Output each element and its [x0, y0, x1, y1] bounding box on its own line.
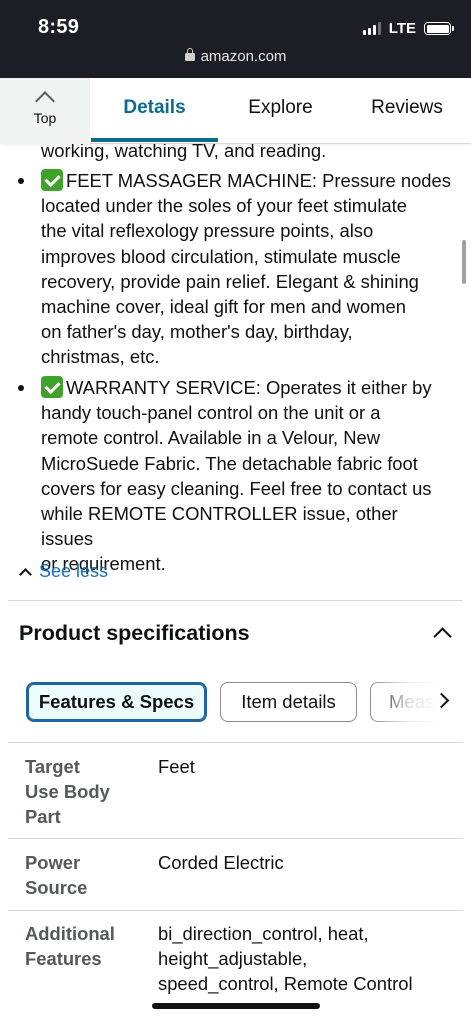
check-icon	[41, 169, 63, 191]
chevron-up-icon	[35, 91, 55, 111]
active-tab-indicator	[91, 138, 218, 142]
chip-item-details[interactable]: Item details	[220, 682, 357, 722]
bullet-line: improves blood circulation, stimulate mu…	[41, 245, 401, 267]
spec-value: Feet	[158, 756, 195, 777]
bullet-line: covers for easy cleaning. Feel free to c…	[41, 477, 432, 499]
feature-bullet: FEET MASSAGER MACHINE: Pressure nodes lo…	[18, 168, 451, 370]
battery-icon	[424, 22, 454, 35]
bullet-line: located under the soles of your feet sti…	[41, 195, 407, 217]
bullet-line: machine cover, ideal gift for men and wo…	[41, 296, 406, 318]
status-time: 8:59	[38, 16, 80, 38]
bullet-line: while REMOTE CONTROLLER issue, other iss…	[41, 503, 398, 550]
scrollbar[interactable]	[462, 240, 466, 284]
top-label: Top	[33, 110, 57, 126]
feature-bullet: WARRANTY SERVICE: Operates it either by …	[18, 375, 451, 577]
bullet-line: christmas, etc.	[41, 346, 160, 368]
section-title[interactable]: Product specifications	[19, 621, 250, 646]
table-row: Additional Features bi_direction_control…	[8, 910, 463, 1010]
url-bar[interactable]: amazon.com	[0, 48, 471, 65]
spec-value: bi_direction_control, heat, height_adjus…	[158, 923, 413, 994]
tab-details[interactable]: Details	[91, 78, 218, 144]
chip-measurements[interactable]: Measu	[370, 682, 471, 722]
divider	[8, 600, 463, 601]
network-label: LTE	[388, 20, 416, 37]
table-row: Power Source Corded Electric	[8, 838, 463, 910]
top-button[interactable]: Top	[0, 78, 90, 144]
lock-icon	[184, 48, 195, 61]
spec-table: Target Use Body Part Feet Power Source C…	[8, 742, 463, 1010]
status-icons: LTE	[362, 20, 454, 37]
url-text: amazon.com	[200, 48, 287, 65]
bullet-line: handy touch-panel control on the unit or…	[41, 402, 381, 424]
spec-key: Additional Features	[25, 923, 115, 969]
bullet-line: on father's day, mother's day, birthday,	[41, 321, 353, 343]
table-row: Target Use Body Part Feet	[8, 742, 463, 838]
section-tab-nav: Top Details Explore Reviews	[0, 78, 471, 144]
see-less-link[interactable]: See less	[18, 561, 108, 582]
signal-icon	[362, 22, 381, 35]
bullet-dot	[18, 385, 24, 391]
bullet-line: FEET MASSAGER MACHINE: Pressure nodes	[66, 170, 451, 191]
see-less-label: See less	[39, 561, 109, 581]
tab-explore[interactable]: Explore	[218, 78, 343, 144]
chevron-up-icon	[19, 567, 32, 581]
tab-reviews[interactable]: Reviews	[343, 78, 471, 144]
bullet-dot	[18, 178, 24, 184]
bullet-line: recovery, provide pain relief. Elegant &…	[41, 270, 419, 292]
bullet-line: WARRANTY SERVICE: Operates it either by	[66, 377, 432, 398]
bullet-line: the vital reflexology pressure points, a…	[41, 220, 374, 242]
chip-features-specs[interactable]: Features & Specs	[26, 682, 207, 722]
status-bar: 8:59 LTE amazon.com	[0, 0, 471, 78]
spec-value: Corded Electric	[158, 852, 284, 873]
spec-key: Target Use Body Part	[25, 756, 110, 827]
bullet-line: MicroSuede Fabric. The detachable fabric…	[41, 452, 418, 474]
collapse-chevron-icon[interactable]	[433, 627, 452, 646]
check-icon	[41, 376, 63, 398]
spec-key: Power Source	[25, 852, 88, 898]
bullet-line: remote control. Available in a Velour, N…	[41, 427, 381, 449]
home-indicator[interactable]	[152, 1003, 320, 1009]
